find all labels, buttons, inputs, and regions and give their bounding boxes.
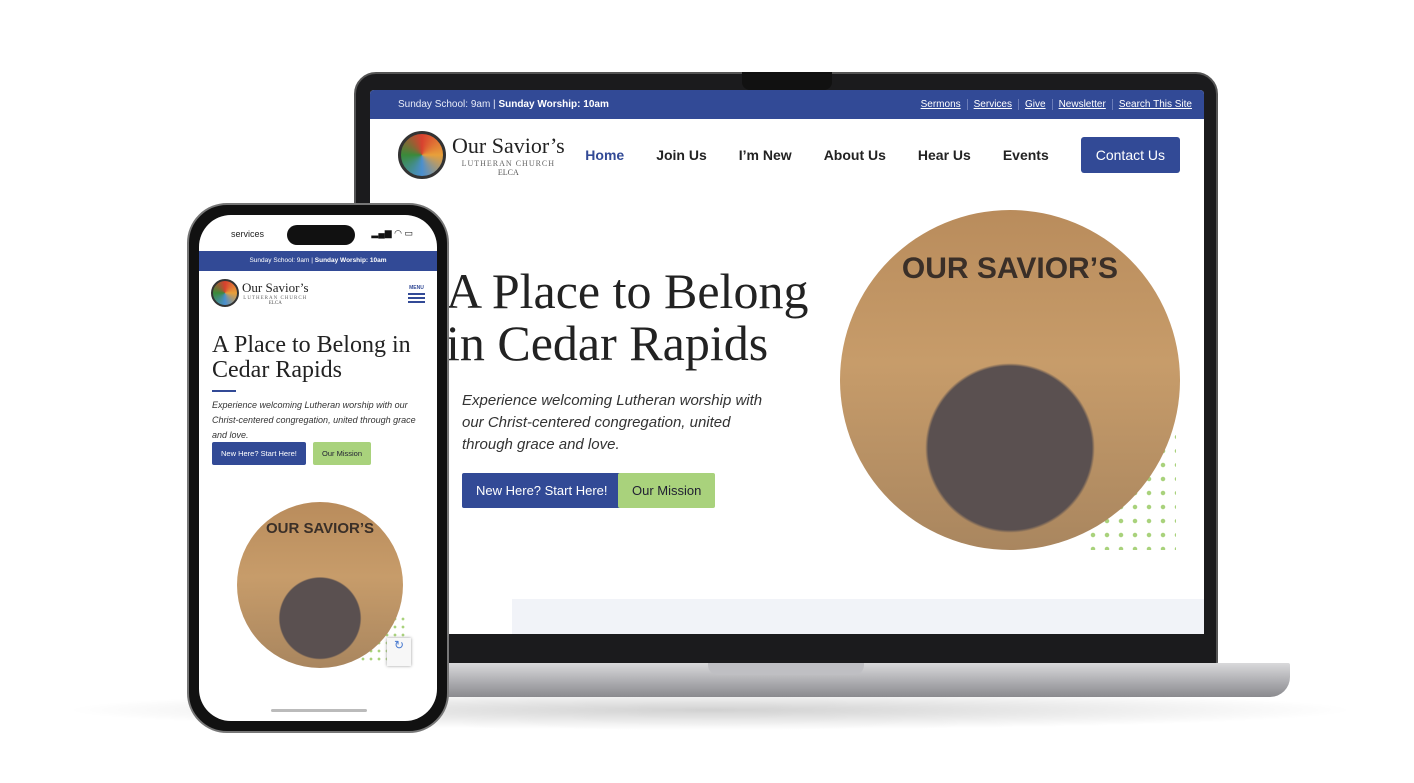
title-underline xyxy=(212,390,236,392)
site-header: Our Savior’s LUTHERAN CHURCH ELCA Home Joi… xyxy=(370,119,1204,191)
dynamic-island xyxy=(287,225,355,245)
mobile-brand-elca: ELCA xyxy=(268,301,282,306)
phone-mockup: services ▂▄▆ ◠ ▭ Sunday School: 9am | Su… xyxy=(187,203,449,733)
link-give[interactable]: Give xyxy=(1018,99,1046,110)
stained-glass-cross-icon xyxy=(398,131,446,179)
mobile-hero-text: Experience welcoming Lutheran worship wi… xyxy=(212,400,416,440)
recaptcha-icon[interactable]: ↻ xyxy=(387,638,411,666)
laptop-lip xyxy=(708,663,864,675)
phone-screen: services ▂▄▆ ◠ ▭ Sunday School: 9am | Su… xyxy=(199,215,437,721)
nav-hear-us[interactable]: Hear Us xyxy=(918,147,971,163)
hero-title: A Place to Belong in Cedar Rapids xyxy=(446,263,809,371)
sunday-school-time: Sunday School: 9am | xyxy=(398,99,496,110)
photo-sign-text: OUR SAVIOR’S xyxy=(901,252,1119,285)
worship-time: Sunday Worship: 10am xyxy=(498,99,609,110)
nav-join-us[interactable]: Join Us xyxy=(656,147,707,163)
utility-links: Sermons Services Give Newsletter Search This… xyxy=(909,99,1192,110)
status-label: services xyxy=(231,229,265,239)
nav-im-new[interactable]: I’m New xyxy=(739,147,792,163)
mobile-worship-time: Sunday Worship: 10am xyxy=(314,257,387,264)
mobile-sunday-school: Sunday School: 9am | xyxy=(249,257,313,264)
our-mission-button[interactable]: Our Mission xyxy=(618,473,716,508)
hero-text: Experience welcoming Lutheran worship wi… xyxy=(462,392,763,453)
next-section xyxy=(512,599,1204,634)
menu-label: MENU xyxy=(409,285,424,291)
logo[interactable]: Our Savior’s LUTHERAN CHURCH ELCA xyxy=(398,131,565,179)
mobile-our-mission-button[interactable]: Our Mission xyxy=(313,442,372,465)
brand-elca: ELCA xyxy=(497,168,519,177)
nav-events[interactable]: Events xyxy=(1003,147,1049,163)
service-times: Sunday School: 9am | Sunday Worship: 10a… xyxy=(398,99,609,110)
link-newsletter[interactable]: Newsletter xyxy=(1051,99,1106,110)
main-nav: Home Join Us I’m New About Us Hear Us Ev… xyxy=(585,137,1180,173)
mobile-photo-sign-text: OUR SAVIOR’S xyxy=(265,520,375,537)
link-sermons[interactable]: Sermons xyxy=(915,99,961,110)
brand-name: Our Savior’s xyxy=(452,133,565,158)
laptop-screen: Sunday School: 9am | Sunday Worship: 10a… xyxy=(370,90,1204,634)
brand-subtitle: LUTHERAN CHURCH xyxy=(461,159,556,168)
camera-notch xyxy=(742,72,832,90)
mobile-top-bar: Sunday School: 9am | Sunday Worship: 10a… xyxy=(199,251,437,271)
congregation-photo: OUR SAVIOR’S xyxy=(840,210,1180,550)
stained-glass-cross-icon xyxy=(211,279,239,307)
nav-home[interactable]: Home xyxy=(585,147,624,163)
link-search[interactable]: Search This Site xyxy=(1111,99,1192,110)
link-services[interactable]: Services xyxy=(966,99,1012,110)
mobile-hero-title: A Place to Belong in Cedar Rapids xyxy=(212,332,411,383)
home-indicator[interactable] xyxy=(271,709,367,712)
top-bar: Sunday School: 9am | Sunday Worship: 10a… xyxy=(370,90,1204,119)
nav-about-us[interactable]: About Us xyxy=(824,147,886,163)
mobile-logo[interactable]: Our Savior’s LUTHERAN CHURCH ELCA xyxy=(211,279,309,307)
laptop-mockup: Sunday School: 9am | Sunday Worship: 10a… xyxy=(354,72,1218,666)
mobile-congregation-photo: OUR SAVIOR’S xyxy=(237,502,403,668)
contact-us-button[interactable]: Contact Us xyxy=(1080,137,1180,173)
mobile-new-here-button[interactable]: New Here? Start Here! xyxy=(212,442,306,465)
mobile-brand-name: Our Savior’s xyxy=(242,280,309,295)
signal-wifi-battery-icon: ▂▄▆ ◠ ▭ xyxy=(371,228,413,238)
new-here-button[interactable]: New Here? Start Here! xyxy=(462,473,622,508)
hamburger-menu-button[interactable]: MENU xyxy=(408,285,425,303)
